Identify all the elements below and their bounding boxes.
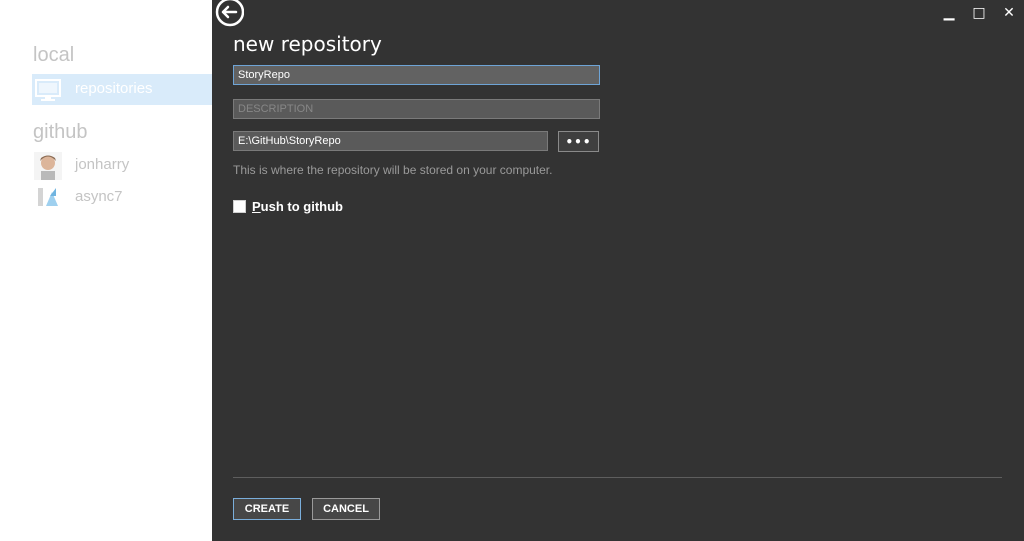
sidebar-item-async7[interactable]: async7 xyxy=(32,182,212,213)
new-repository-panel: ▁ □ ✕ new repository StoryRepo DESCRIPTI… xyxy=(212,0,1024,541)
path-help-text: This is where the repository will be sto… xyxy=(233,163,553,177)
description-input[interactable]: DESCRIPTION xyxy=(233,99,600,119)
maximize-button[interactable]: □ xyxy=(968,2,990,24)
cancel-button[interactable]: CANCEL xyxy=(312,498,380,520)
sidebar-item-label: jonharry xyxy=(75,156,130,173)
repository-name-input[interactable]: StoryRepo xyxy=(233,65,600,85)
push-label-accelerator: P xyxy=(252,199,261,214)
back-arrow-icon[interactable] xyxy=(214,0,244,27)
browse-button[interactable]: ••• xyxy=(558,131,599,152)
page-title: new repository xyxy=(233,32,382,56)
sidebar: local repositories github jonharry async… xyxy=(0,0,212,541)
monitor-icon xyxy=(35,79,61,101)
sidebar-item-label: async7 xyxy=(75,188,123,205)
avatar xyxy=(34,152,62,180)
close-button[interactable]: ✕ xyxy=(998,2,1020,24)
sidebar-item-jonharry[interactable]: jonharry xyxy=(32,150,212,181)
create-button[interactable]: CREATE xyxy=(233,498,301,520)
sidebar-item-repositories[interactable]: repositories xyxy=(32,74,212,105)
push-label-text: ush to github xyxy=(260,199,343,214)
local-section-title: local xyxy=(33,44,75,66)
sidebar-item-label: repositories xyxy=(75,80,153,97)
github-section-title: github xyxy=(33,121,88,143)
minimize-button[interactable]: ▁ xyxy=(938,2,960,24)
divider xyxy=(233,477,1002,478)
org-avatar xyxy=(38,188,58,206)
push-to-github-label[interactable]: Push to github xyxy=(252,199,343,214)
push-to-github-checkbox[interactable] xyxy=(233,200,246,213)
local-path-input[interactable]: E:\GitHub\StoryRepo xyxy=(233,131,548,151)
